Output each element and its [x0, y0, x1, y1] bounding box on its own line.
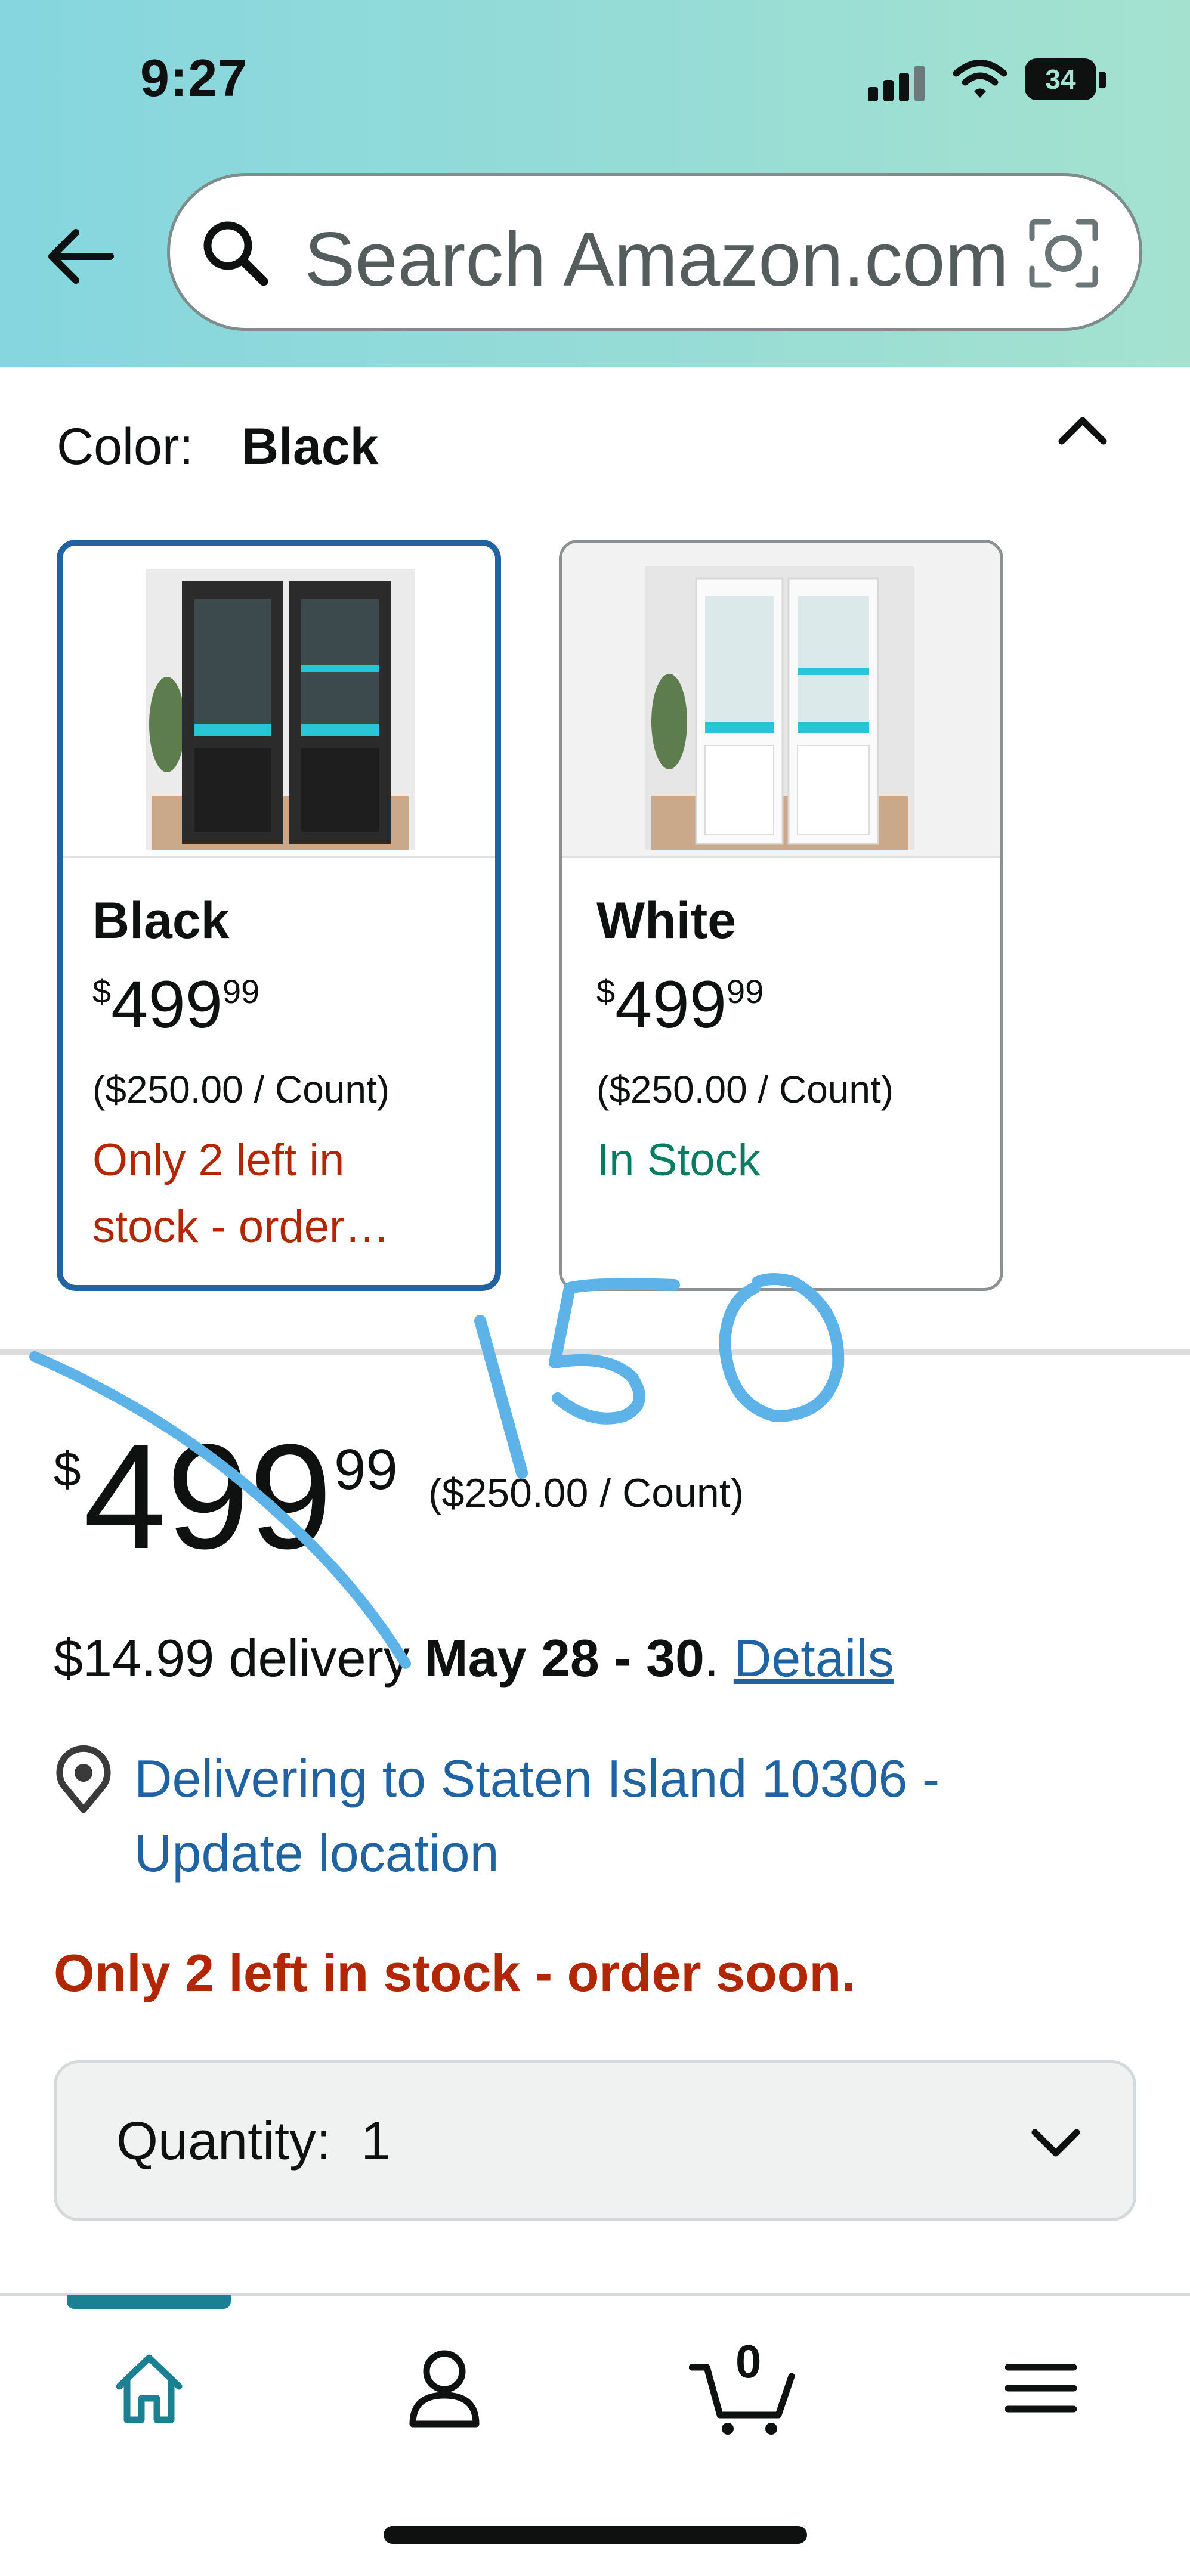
color-option-name: Black	[92, 892, 230, 949]
back-arrow-icon	[48, 229, 114, 284]
chevron-down-icon	[1031, 2129, 1080, 2157]
back-button[interactable]	[42, 221, 119, 292]
nav-home-button[interactable]	[89, 2343, 209, 2433]
cart-count-badge: 0	[735, 2335, 762, 2388]
nav-account-button[interactable]	[385, 2343, 504, 2433]
quantity-label: Quantity: 1	[116, 2111, 391, 2171]
cellular-signal-icon	[868, 64, 928, 101]
home-icon	[116, 2354, 183, 2423]
search-icon	[203, 221, 268, 286]
delivery-location-link[interactable]: Delivering to Staten Island 10306 - Upda…	[134, 1741, 1118, 1890]
color-option-white[interactable]: White $49999 ($250.00 / Count) In Stock	[559, 540, 1003, 1291]
menu-icon	[1005, 2364, 1077, 2413]
price-whole: 499	[84, 1413, 333, 1580]
delivery-details-link[interactable]: Details	[734, 1628, 894, 1688]
quantity-value: 1	[361, 2111, 391, 2171]
location-pin-icon	[56, 1745, 111, 1813]
delivery-info: $14.99 delivery May 28 - 30. Details	[54, 1628, 894, 1688]
account-icon	[409, 2350, 480, 2428]
price-fraction: 99	[334, 1438, 398, 1501]
color-label: Color:	[57, 418, 194, 475]
wifi-icon	[953, 60, 1007, 98]
nav-menu-button[interactable]	[981, 2343, 1101, 2433]
battery-cap	[1099, 72, 1106, 88]
handwritten-annotation-text	[474, 1273, 845, 1479]
color-option-stock: Only 2 left in stock - order…	[92, 1135, 390, 1252]
section-divider	[0, 1349, 1190, 1355]
color-selected-value: Black	[242, 418, 379, 475]
nav-active-indicator	[67, 2295, 231, 2309]
price-currency: $	[54, 1442, 81, 1497]
stock-warning: Only 2 left in stock - order soon.	[54, 1943, 856, 2002]
product-image-white	[562, 543, 1000, 858]
product-image-black-cabinet	[63, 546, 495, 856]
color-option-unit-price: ($250.00 / Count)	[92, 1068, 390, 1111]
product-image-black	[63, 546, 495, 858]
home-indicator	[384, 2526, 807, 2544]
status-time: 9:27	[140, 48, 248, 107]
product-image-white-cabinet	[562, 543, 1000, 856]
color-option-price: $49999	[596, 967, 764, 1042]
battery-icon: 34	[1025, 58, 1096, 100]
chevron-up-icon[interactable]	[1050, 402, 1115, 456]
search-input[interactable]: Search Amazon.com	[304, 216, 1009, 304]
color-option-price: $49999	[92, 967, 260, 1042]
price-unit: ($250.00 / Count)	[428, 1470, 744, 1516]
color-option-black[interactable]: Black $49999 ($250.00 / Count) Only 2 le…	[57, 540, 501, 1291]
camera-icon[interactable]	[1025, 215, 1102, 292]
color-option-stock: In Stock	[596, 1135, 761, 1185]
color-option-unit-price: ($250.00 / Count)	[596, 1068, 894, 1111]
color-option-name: White	[596, 892, 737, 949]
nav-cart-button[interactable]: 0	[683, 2332, 802, 2439]
